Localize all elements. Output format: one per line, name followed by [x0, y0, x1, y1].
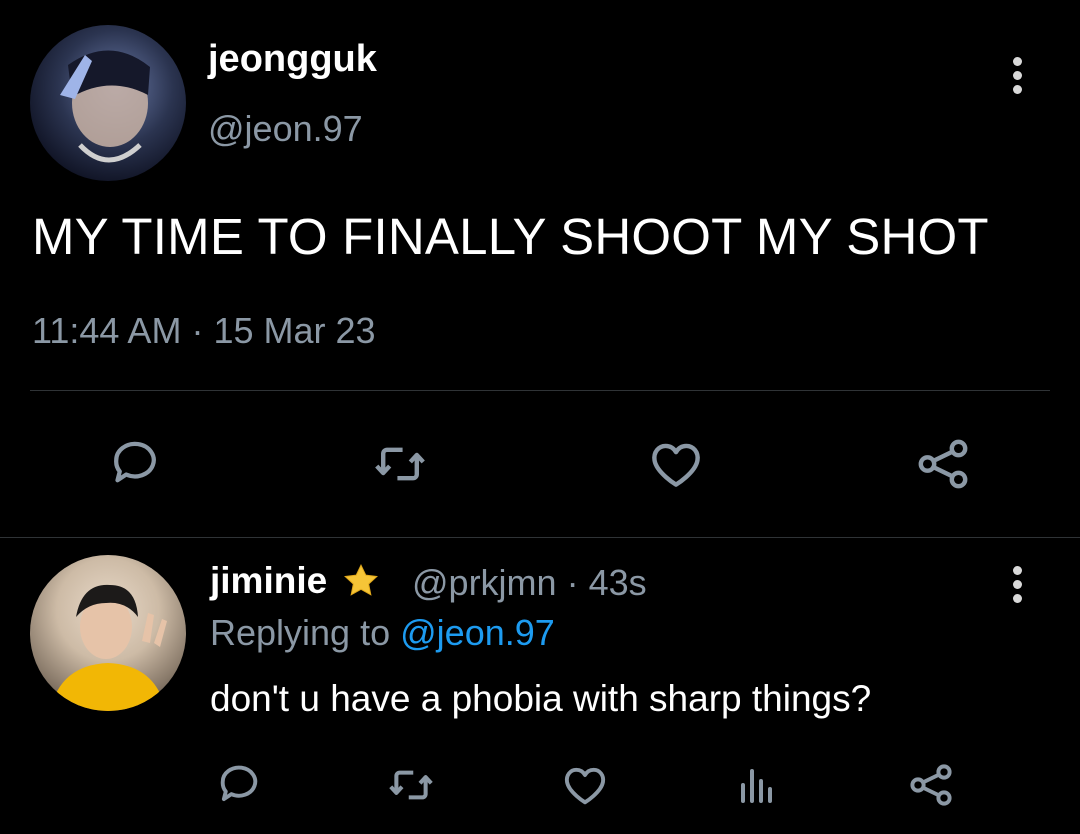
- reply-author-handle[interactable]: @prkjmn: [412, 562, 557, 603]
- author-name[interactable]: jeongguk: [208, 38, 377, 81]
- reply-icon: [220, 765, 258, 802]
- like-button[interactable]: [554, 754, 616, 816]
- analytics-icon: [741, 769, 772, 803]
- share-icon: [910, 764, 952, 806]
- author-handle[interactable]: @jeon.97: [208, 108, 363, 150]
- divider: [30, 390, 1050, 391]
- reply-text: don't u have a phobia with sharp things?: [210, 678, 872, 719]
- avatar-image: [60, 50, 150, 163]
- meta-separator: ·: [566, 562, 579, 603]
- share-button[interactable]: [900, 754, 962, 816]
- share-button[interactable]: [912, 433, 974, 495]
- reply-author[interactable]: jiminie: [210, 560, 383, 602]
- replying-to: Replying to @jeon.97: [210, 612, 555, 654]
- like-button[interactable]: [645, 433, 707, 495]
- retweet-icon: [389, 770, 433, 800]
- avatar[interactable]: [30, 25, 186, 181]
- reply-age: 43s: [588, 562, 647, 603]
- retweet-icon: [375, 447, 425, 481]
- replying-prefix: Replying to: [210, 612, 391, 653]
- star-emoji: [344, 564, 379, 596]
- tweet-time: 11:44 AM: [32, 310, 182, 351]
- divider: [0, 537, 1080, 538]
- avatar[interactable]: [30, 555, 186, 711]
- reply-icon: [114, 441, 156, 483]
- tweet-text: MY TIME TO FINALLY SHOOT MY SHOT: [32, 208, 989, 265]
- retweet-button[interactable]: [369, 433, 431, 495]
- meta-separator: ·: [191, 310, 204, 351]
- analytics-button[interactable]: [726, 754, 788, 816]
- heart-icon: [564, 767, 606, 805]
- more-icon[interactable]: [1013, 566, 1023, 608]
- tweet-date: 15 Mar 23: [213, 310, 376, 351]
- tweet-timestamp: 11:44 AM · 15 Mar 23: [32, 310, 376, 352]
- share-icon: [918, 439, 968, 489]
- reply-meta: @prkjmn · 43s: [412, 562, 647, 604]
- replying-handle-link[interactable]: @jeon.97: [400, 612, 555, 653]
- retweet-button[interactable]: [380, 754, 442, 816]
- reply-author-name: jiminie: [210, 560, 328, 601]
- reply-button[interactable]: [208, 754, 270, 816]
- heart-icon: [652, 443, 700, 487]
- more-icon[interactable]: [1013, 57, 1023, 99]
- avatar-image: [50, 584, 167, 711]
- reply-button[interactable]: [104, 433, 166, 495]
